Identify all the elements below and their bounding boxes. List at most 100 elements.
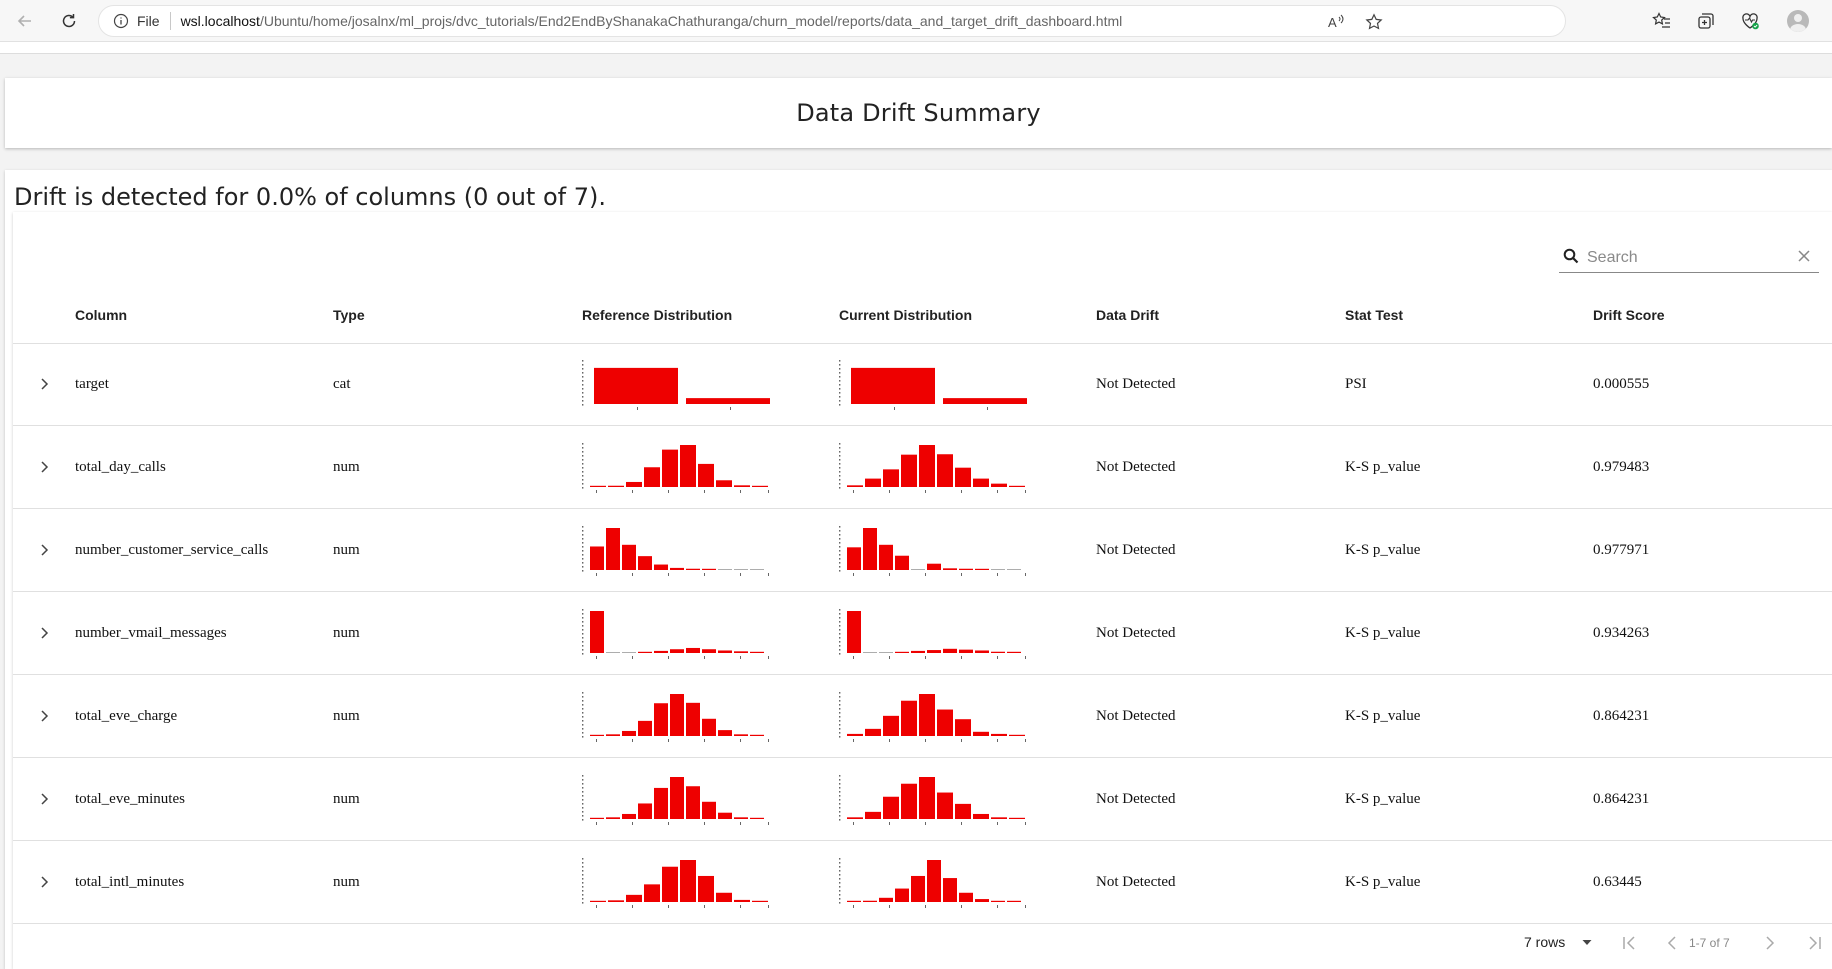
reference-histogram-bar — [662, 866, 678, 902]
axis-tick — [582, 708, 584, 710]
header-type[interactable]: Type — [333, 307, 365, 323]
refresh-button[interactable] — [55, 8, 83, 34]
url-host: wsl.localhost — [180, 13, 260, 29]
cell-stat-test: K-S p_value — [1345, 791, 1421, 807]
current-histogram-bar — [911, 875, 925, 902]
x-tick — [596, 822, 597, 825]
chevron-right-icon[interactable] — [34, 539, 54, 561]
axis-tick — [582, 882, 584, 884]
current-histogram-bar — [883, 796, 899, 819]
rows-per-page-select[interactable]: 7 rows — [1524, 934, 1565, 950]
x-tick — [668, 739, 669, 742]
header-reference-distribution[interactable]: Reference Distribution — [582, 307, 732, 323]
next-page-icon[interactable] — [1761, 934, 1779, 952]
x-tick — [740, 739, 741, 742]
table-row[interactable]: total_day_calls num Not Detected K-S p_valu… — [13, 426, 1832, 509]
search-box — [1559, 242, 1819, 273]
chevron-right-icon[interactable] — [34, 871, 54, 893]
reference-histogram-bar — [702, 568, 716, 570]
axis-tick — [839, 874, 841, 876]
favorites-icon[interactable] — [1652, 11, 1672, 31]
axis-tick — [582, 388, 584, 390]
axis-tick — [839, 392, 841, 394]
current-histogram-bar — [1009, 485, 1025, 487]
axis-tick — [582, 728, 584, 730]
x-tick — [768, 490, 769, 493]
current-histogram-bar — [927, 563, 941, 570]
axis-tick — [839, 554, 841, 556]
back-button[interactable] — [11, 8, 39, 34]
current-histogram-bar — [959, 892, 973, 902]
table-row[interactable]: target cat Not Detected PSI 0.000555 — [13, 343, 1832, 426]
collections-icon[interactable] — [1696, 11, 1716, 31]
x-tick — [925, 490, 926, 493]
axis-tick — [839, 534, 841, 536]
header-column[interactable]: Column — [75, 307, 127, 323]
first-page-icon[interactable] — [1620, 934, 1638, 952]
x-tick — [925, 573, 926, 576]
search-input[interactable] — [1585, 244, 1779, 272]
table-row[interactable]: total_intl_minutes num Not Detected K-S p_v… — [13, 841, 1832, 924]
axis-tick — [582, 471, 584, 473]
info-icon[interactable] — [113, 13, 129, 29]
axis-tick — [839, 862, 841, 864]
axis-tick — [839, 479, 841, 481]
x-tick — [961, 490, 962, 493]
axis-tick — [839, 566, 841, 568]
reference-histogram-bar — [654, 564, 668, 570]
chevron-right-icon[interactable] — [34, 705, 54, 727]
previous-page-icon[interactable] — [1663, 934, 1681, 952]
header-current-distribution[interactable]: Current Distribution — [839, 307, 972, 323]
favorite-star-icon[interactable] — [1365, 13, 1383, 31]
axis-tick — [839, 704, 841, 706]
read-aloud-icon[interactable]: A — [1327, 13, 1345, 31]
current-distribution-chart — [839, 858, 1026, 908]
x-tick — [704, 573, 705, 576]
axis-tick — [582, 653, 584, 655]
close-icon[interactable] — [1797, 249, 1811, 263]
table-row[interactable]: number_vmail_messages num Not Detected K-S … — [13, 592, 1832, 675]
caret-down-icon[interactable] — [1581, 936, 1593, 948]
reference-histogram-bar — [638, 651, 652, 653]
reference-histogram-bar — [734, 485, 750, 487]
table-row[interactable]: total_eve_charge num Not Detected K-S p_val… — [13, 675, 1832, 758]
reference-histogram-bar — [594, 367, 678, 404]
axis-tick — [582, 704, 584, 706]
file-label: File — [137, 13, 160, 29]
chevron-right-icon[interactable] — [34, 788, 54, 810]
axis-tick — [582, 874, 584, 876]
reference-histogram-bar — [644, 884, 660, 902]
header-drift-score[interactable]: Drift Score — [1593, 307, 1665, 323]
chevron-right-icon[interactable] — [34, 456, 54, 478]
reference-histogram-bar — [750, 817, 764, 819]
profile-avatar[interactable] — [1787, 10, 1809, 32]
current-histogram-bar — [879, 544, 893, 570]
cell-stat-test: K-S p_value — [1345, 708, 1421, 724]
browser-essentials-icon[interactable] — [1740, 11, 1760, 31]
reference-histogram-bar — [662, 449, 678, 487]
x-tick — [596, 490, 597, 493]
chevron-right-icon[interactable] — [34, 373, 54, 395]
header-data-drift[interactable]: Data Drift — [1096, 307, 1159, 323]
x-tick — [889, 490, 890, 493]
axis-tick — [582, 570, 584, 572]
last-page-icon[interactable] — [1806, 934, 1824, 952]
axis-tick — [839, 609, 841, 611]
table-row[interactable]: total_eve_minutes num Not Detected K-S p_va… — [13, 758, 1832, 841]
table-row[interactable]: number_customer_service_calls num Not Dete… — [13, 509, 1832, 592]
chevron-right-icon[interactable] — [34, 622, 54, 644]
axis-tick — [582, 447, 584, 449]
reference-histogram-bar — [606, 652, 620, 653]
address-bar[interactable]: File wsl.localhost/Ubuntu/home/josalnx/m… — [98, 5, 1566, 37]
x-tick — [632, 822, 633, 825]
axis-tick — [839, 775, 841, 777]
header-stat-test[interactable]: Stat Test — [1345, 307, 1403, 323]
x-tick — [997, 739, 998, 742]
axis-tick — [582, 475, 584, 477]
cell-column: number_vmail_messages — [75, 625, 227, 641]
axis-tick — [839, 629, 841, 631]
reference-histogram-bar — [734, 899, 750, 902]
axis-tick — [582, 400, 584, 402]
x-tick — [596, 573, 597, 576]
cell-drift-score: 0.934263 — [1593, 625, 1650, 641]
